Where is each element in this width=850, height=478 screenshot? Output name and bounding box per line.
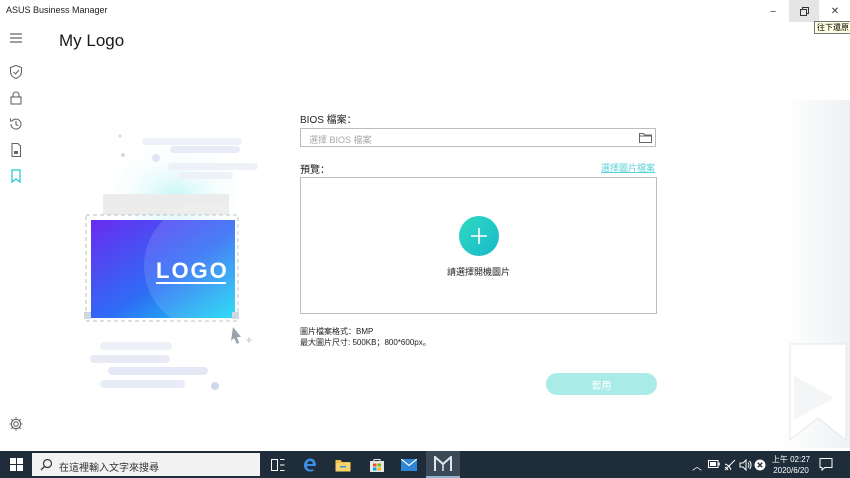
ribbon-decoration (789, 343, 847, 442)
format-info: 圖片檔案格式：BMP 最大圖片尺寸: 500KB；800*600px。 (300, 326, 431, 348)
clock-time: 上午 02:27 (771, 455, 811, 464)
asus-business-manager-taskbar-button[interactable] (426, 451, 460, 478)
close-icon: ✕ (830, 5, 840, 17)
plus-icon (471, 228, 487, 244)
title-bar: ASUS Business Manager – ✕ 往下還原 (0, 0, 850, 34)
minimize-icon: – (770, 5, 776, 17)
taskbar-search[interactable]: 在這裡輸入文字來搜尋 (32, 453, 260, 476)
add-image-button[interactable] (459, 216, 499, 256)
logo-mark: LOGO (156, 258, 229, 284)
page-title: My Logo (59, 31, 125, 50)
close-button[interactable]: ✕ (820, 0, 850, 22)
preview-box[interactable]: 請選擇開機圖片 (300, 177, 657, 314)
windows-icon (9, 458, 23, 471)
format-line: 圖片檔案格式：BMP (300, 327, 374, 336)
bookmark-icon[interactable] (8, 168, 24, 184)
gear-icon[interactable] (8, 416, 24, 432)
sidebar (0, 28, 32, 448)
bios-file-input[interactable]: 選擇 BIOS 檔案 (300, 128, 656, 147)
shield-check-icon[interactable] (8, 64, 24, 80)
choose-image-link[interactable]: 選擇圖片檔案 (601, 161, 655, 174)
menu-icon[interactable] (8, 30, 24, 46)
restore-icon (799, 6, 809, 16)
logo-illustration: LOGO (84, 134, 270, 390)
restore-tooltip: 往下還原 (814, 21, 850, 34)
start-button[interactable] (0, 451, 32, 478)
battery-icon[interactable] (708, 460, 720, 468)
size-line: 最大圖片尺寸: 500KB；800*600px。 (300, 338, 431, 347)
asus-business-manager-icon (434, 456, 452, 471)
app-title: ASUS Business Manager (6, 5, 108, 15)
store-icon[interactable] (367, 455, 387, 475)
restore-button[interactable] (789, 0, 819, 22)
system-clock[interactable]: 上午 02:27 2020/6/20 (768, 454, 814, 476)
mail-icon[interactable] (399, 455, 419, 475)
edge-icon[interactable] (300, 455, 320, 475)
network-icon[interactable] (724, 459, 736, 471)
file-explorer-icon[interactable] (333, 455, 353, 475)
search-placeholder: 在這裡輸入文字來搜尋 (59, 463, 159, 474)
folder-icon[interactable] (639, 132, 652, 143)
taskbar: 在這裡輸入文字來搜尋 ︿ 上午 02:27 2020/6/20 (0, 451, 850, 478)
bios-file-placeholder: 選擇 BIOS 檔案 (309, 135, 372, 145)
history-icon[interactable] (8, 116, 24, 132)
minimize-button[interactable]: – (758, 0, 788, 22)
apply-button[interactable]: 套用 (546, 373, 657, 395)
document-icon[interactable] (8, 142, 24, 158)
preview-hint: 請選擇開機圖片 (446, 267, 510, 277)
volume-icon[interactable] (739, 459, 752, 471)
decorative-panel (784, 100, 850, 448)
notification-icon[interactable] (818, 456, 834, 472)
search-icon (40, 458, 53, 471)
preview-label: 預覽： (300, 165, 330, 176)
logo-text: LOGO (156, 258, 229, 283)
clock-date: 2020/6/20 (773, 466, 809, 475)
lock-icon[interactable] (8, 90, 24, 106)
task-view-icon[interactable] (268, 455, 288, 475)
error-icon[interactable] (754, 459, 766, 471)
bios-file-label: BIOS 檔案： (300, 115, 357, 126)
tray-chevron-icon[interactable]: ︿ (692, 458, 702, 473)
